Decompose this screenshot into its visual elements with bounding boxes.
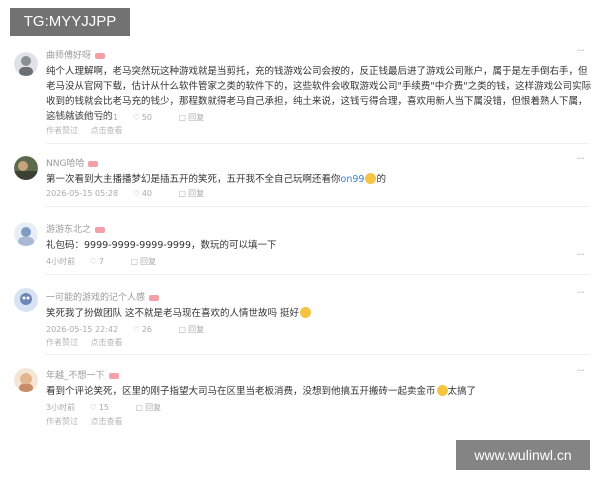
comment-text: 第一次看到大主播播梦幻是插五开的笑死，五开我不全自己玩啊还看你on99 的 xyxy=(46,173,386,185)
sub-meta: 作者赞过 点击查看 xyxy=(46,125,133,136)
username[interactable]: 游游东北之 xyxy=(46,222,106,235)
divider xyxy=(46,143,590,144)
like-button[interactable]: ♡ 7 xyxy=(90,257,116,266)
comment-text: 看到个评论笑死，区里的刚子指望大司马在区里当老板消费，没想到他搞五开搬砖一起卖金… xyxy=(46,385,477,397)
username[interactable]: 曲师傅好呀 xyxy=(46,48,106,61)
sub-meta: 作者赞过 点击查看 xyxy=(46,416,133,427)
reply-button[interactable]: ▢ 回复 xyxy=(179,325,217,334)
watermark-top: TG:MYYJJPP xyxy=(10,8,130,36)
comment-meta: 3小时前 ♡ 15 ▢ 回复 xyxy=(46,402,185,413)
more-icon[interactable]: ··· xyxy=(577,44,585,57)
comment-meta: 2026-05-15 22:42 ♡ 26 ▢ 回复 xyxy=(46,324,228,335)
comment-icon: ▢ xyxy=(178,189,187,198)
like-button[interactable]: ♡ 26 xyxy=(133,325,164,334)
sub-meta: 作者赞过 点击查看 xyxy=(46,337,133,348)
divider xyxy=(46,206,590,207)
like-button[interactable]: ♡ 15 xyxy=(90,403,121,412)
avatar[interactable] xyxy=(14,52,38,76)
divider xyxy=(46,354,590,355)
comment-meta: 2026-05-15 05:28 ♡ 40 ▢ 回复 xyxy=(46,188,228,199)
comment-item: 年越_不想一下 ··· 看到个评论笑死，区里的刚子指望大司马在区里当老板消费，没… xyxy=(0,360,600,432)
mention-link[interactable]: on99 xyxy=(341,174,365,185)
author-liked: 作者赞过 xyxy=(46,126,78,135)
comment-text: 礼包码：9999-9999-9999-9999，数玩的可以填一下 xyxy=(46,240,277,251)
heart-icon: ♡ xyxy=(89,403,97,412)
comment-item: 一可能的游戏的记个人感 ··· 笑死我了扮做团队 这不就是老马现在喜欢的人情世故… xyxy=(0,280,600,350)
smile-emoji-icon xyxy=(365,173,377,184)
view-replies[interactable]: 点击查看 xyxy=(91,126,123,135)
level-badge xyxy=(95,52,106,59)
level-badge xyxy=(108,372,119,379)
heart-icon: ♡ xyxy=(132,113,140,122)
author-liked: 作者赞过 xyxy=(46,338,78,347)
timestamp: 4小时前 xyxy=(46,257,76,266)
comment-meta: 4小时前 ♡ 7 ▢ 回复 xyxy=(46,256,180,267)
like-button[interactable]: ♡ 50 xyxy=(133,113,164,122)
timestamp: 2026-05-15 22:42 xyxy=(46,325,119,334)
level-badge xyxy=(95,226,106,233)
avatar[interactable] xyxy=(14,368,38,392)
avatar[interactable] xyxy=(14,156,38,180)
comment-icon: ▢ xyxy=(135,403,144,412)
comment-icon: ▢ xyxy=(178,113,187,122)
view-replies[interactable]: 点击查看 xyxy=(91,417,123,426)
avatar[interactable] xyxy=(14,288,38,312)
comment-icon: ▢ xyxy=(178,325,187,334)
level-badge xyxy=(88,160,99,167)
username[interactable]: 年越_不想一下 xyxy=(46,368,119,381)
more-icon[interactable]: ··· xyxy=(577,364,585,377)
level-badge xyxy=(149,294,160,301)
comment-item: 曲师傅好呀 ··· 纯个人理解啊，老马突然玩这种游戏就是当剪托，充的钱游戏公司会… xyxy=(0,40,600,140)
heart-icon: ♡ xyxy=(89,257,97,266)
reply-button[interactable]: ▢ 回复 xyxy=(136,403,174,412)
author-liked: 作者赞过 xyxy=(46,417,78,426)
comment-item: NNG哈哈 ··· 第一次看到大主播播梦幻是插五开的笑死，五开我不全自己玩啊还看… xyxy=(0,148,600,202)
thumbs-up-emoji-icon xyxy=(300,307,312,318)
reply-button[interactable]: ▢ 回复 xyxy=(179,113,217,122)
comment-meta: 2026-05-15 18:51 ♡ 50 ▢ 回复 xyxy=(46,112,228,123)
timestamp: 2026-05-15 18:51 xyxy=(46,113,119,122)
heart-icon: ♡ xyxy=(132,325,140,334)
username[interactable]: NNG哈哈 xyxy=(46,156,99,169)
comment-item: 游游东北之 ··· 礼包码：9999-9999-9999-9999，数玩的可以填… xyxy=(0,212,600,272)
timestamp: 2026-05-15 05:28 xyxy=(46,189,119,198)
watermark-bottom: www.wulinwl.cn xyxy=(456,440,590,470)
more-icon[interactable]: ··· xyxy=(577,286,585,299)
heart-icon: ♡ xyxy=(132,189,140,198)
username[interactable]: 一可能的游戏的记个人感 xyxy=(46,290,160,303)
avatar[interactable] xyxy=(14,222,38,246)
reply-button[interactable]: ▢ 回复 xyxy=(179,189,217,198)
like-button[interactable]: ♡ 40 xyxy=(133,189,164,198)
comment-icon: ▢ xyxy=(130,257,139,266)
timestamp: 3小时前 xyxy=(46,403,76,412)
comment-text: 笑死我了扮做团队 这不就是老马现在喜欢的人情世故吗 挺好 xyxy=(46,306,594,321)
laughing-emoji-icon xyxy=(436,385,448,396)
more-icon[interactable]: ··· xyxy=(577,152,585,165)
reply-button[interactable]: ▢ 回复 xyxy=(130,257,168,266)
divider xyxy=(46,274,590,275)
view-replies[interactable]: 点击查看 xyxy=(91,338,123,347)
